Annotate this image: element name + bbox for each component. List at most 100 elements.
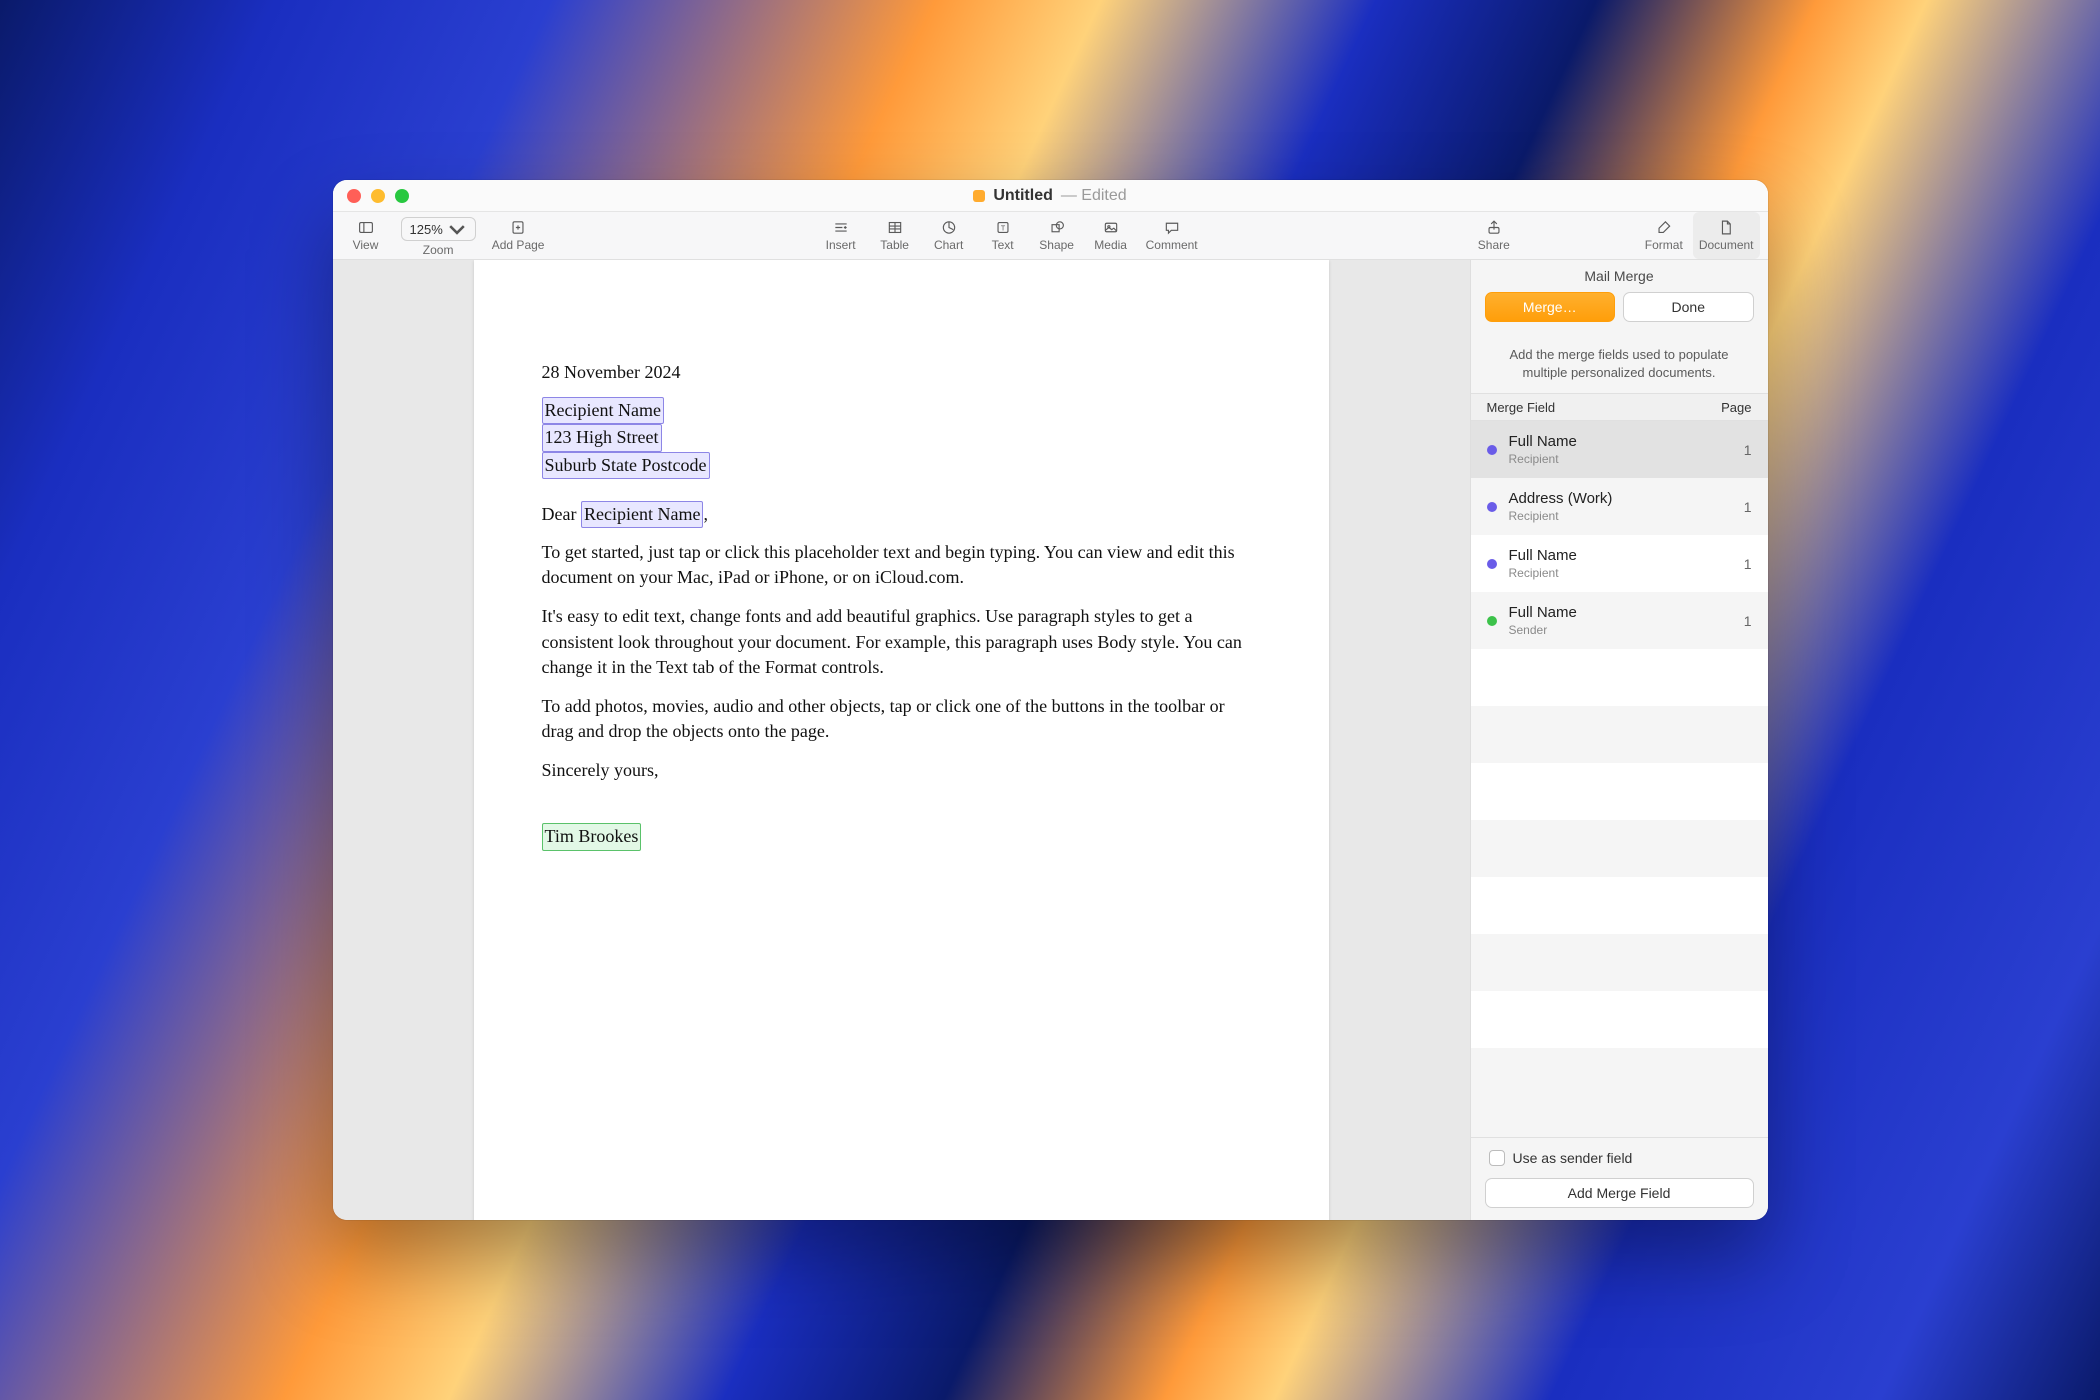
use-as-sender-label: Use as sender field: [1513, 1150, 1633, 1166]
insert-label: Insert: [826, 238, 856, 252]
panel-footer: Use as sender field Add Merge Field: [1471, 1137, 1768, 1220]
window-title: Untitled — Edited: [973, 187, 1126, 205]
comment-icon: [1162, 219, 1182, 236]
row-page: 1: [1744, 613, 1752, 629]
done-button[interactable]: Done: [1623, 292, 1754, 322]
mail-merge-panel: Mail Merge Merge… Done Add the merge fie…: [1470, 260, 1768, 1220]
media-button[interactable]: Media: [1086, 212, 1136, 259]
merge-field-table-header: Merge Field Page: [1471, 393, 1768, 421]
share-button[interactable]: Share: [1469, 212, 1519, 259]
zoom-label: Zoom: [423, 243, 454, 257]
toolbar-left-group: View 125% Zoom Add Page: [341, 212, 551, 259]
view-label: View: [353, 238, 379, 252]
format-label: Format: [1645, 238, 1683, 252]
page-1[interactable]: 28 November 2024 Recipient Name 123 High…: [474, 260, 1329, 1220]
document-button[interactable]: Document: [1693, 212, 1760, 259]
row-sub: Recipient: [1509, 509, 1613, 523]
plus-page-icon: [508, 219, 528, 236]
shape-button[interactable]: Shape: [1032, 212, 1082, 259]
merge-field-row[interactable]: Full Name Recipient 1: [1471, 535, 1768, 592]
panel-title: Mail Merge: [1471, 260, 1768, 292]
bullet-icon: [1487, 559, 1497, 569]
table-icon: [885, 219, 905, 236]
add-merge-field-button[interactable]: Add Merge Field: [1485, 1178, 1754, 1208]
add-page-label: Add Page: [492, 238, 545, 252]
zoom-value: 125%: [410, 222, 443, 237]
insert-button[interactable]: Insert: [816, 212, 866, 259]
row-sub: Recipient: [1509, 566, 1577, 580]
shape-label: Shape: [1039, 238, 1074, 252]
col-merge-field: Merge Field: [1487, 400, 1556, 415]
chevron-down-icon: [447, 221, 467, 238]
merge-field-suburb[interactable]: Suburb State Postcode: [542, 452, 710, 479]
titlebar: Untitled — Edited: [333, 180, 1768, 212]
bullet-icon: [1487, 445, 1497, 455]
sender-line[interactable]: Tim Brookes: [542, 823, 1261, 850]
fullscreen-icon[interactable]: [395, 189, 409, 203]
empty-row: [1471, 820, 1768, 877]
minimize-icon[interactable]: [371, 189, 385, 203]
comment-label: Comment: [1146, 238, 1198, 252]
merge-field-salutation-name[interactable]: Recipient Name: [581, 501, 703, 528]
closing-line[interactable]: Sincerely yours,: [542, 758, 1261, 783]
document-label: Document: [1699, 238, 1754, 252]
zoom-select[interactable]: 125%: [401, 217, 476, 241]
panel-hint: Add the merge fields used to populate mu…: [1471, 330, 1768, 393]
row-page: 1: [1744, 499, 1752, 515]
row-sub: Sender: [1509, 623, 1577, 637]
empty-row: [1471, 991, 1768, 1048]
panel-button-row: Merge… Done: [1471, 292, 1768, 330]
merge-field-row[interactable]: Full Name Recipient 1: [1471, 421, 1768, 478]
sidebar-icon: [356, 219, 376, 236]
comment-button[interactable]: Comment: [1140, 212, 1204, 259]
format-button[interactable]: Format: [1639, 212, 1689, 259]
date-line[interactable]: 28 November 2024: [542, 360, 1261, 385]
share-icon: [1484, 219, 1504, 236]
toolbar: View 125% Zoom Add Page Insert: [333, 212, 1768, 260]
merge-field-rows: Full Name Recipient 1 Address (Work) Rec…: [1471, 421, 1768, 1137]
body-paragraph-2[interactable]: It's easy to edit text, change fonts and…: [542, 604, 1261, 680]
merge-field-sender-name[interactable]: Tim Brookes: [542, 823, 642, 850]
body-paragraph-3[interactable]: To add photos, movies, audio and other o…: [542, 694, 1261, 744]
text-button[interactable]: T Text: [978, 212, 1028, 259]
app-window: Untitled — Edited View 125% Zoom Add Pag…: [333, 180, 1768, 1220]
media-label: Media: [1094, 238, 1127, 252]
brush-icon: [1654, 219, 1674, 236]
empty-row: [1471, 706, 1768, 763]
checkbox-icon[interactable]: [1489, 1150, 1505, 1166]
zoom-button[interactable]: 125% Zoom: [395, 212, 482, 259]
bullet-icon: [1487, 502, 1497, 512]
row-sub: Recipient: [1509, 452, 1577, 466]
chart-icon: [939, 219, 959, 236]
address-block[interactable]: Recipient Name 123 High Street Suburb St…: [542, 397, 1261, 479]
toolbar-center-group: Insert Table Chart T Text Shape Media: [816, 212, 1204, 259]
insert-icon: [831, 219, 851, 236]
document-title: Untitled: [993, 187, 1053, 205]
merge-field-address[interactable]: 123 High Street: [542, 424, 662, 451]
bullet-icon: [1487, 616, 1497, 626]
chart-button[interactable]: Chart: [924, 212, 974, 259]
row-name: Address (Work): [1509, 490, 1613, 507]
merge-field-row[interactable]: Address (Work) Recipient 1: [1471, 478, 1768, 535]
text-icon: T: [993, 219, 1013, 236]
empty-row: [1471, 1048, 1768, 1105]
merge-button[interactable]: Merge…: [1485, 292, 1616, 322]
chart-label: Chart: [934, 238, 963, 252]
svg-text:T: T: [1000, 224, 1005, 232]
use-as-sender-checkbox[interactable]: Use as sender field: [1485, 1150, 1754, 1166]
shape-icon: [1047, 219, 1067, 236]
col-page: Page: [1721, 400, 1751, 415]
add-page-button[interactable]: Add Page: [486, 212, 551, 259]
merge-field-recipient-name[interactable]: Recipient Name: [542, 397, 664, 424]
close-icon[interactable]: [347, 189, 361, 203]
body-paragraph-1[interactable]: To get started, just tap or click this p…: [542, 540, 1261, 590]
table-button[interactable]: Table: [870, 212, 920, 259]
document-status: — Edited: [1061, 187, 1127, 205]
document-icon: [1716, 219, 1736, 236]
row-name: Full Name: [1509, 604, 1577, 621]
view-button[interactable]: View: [341, 212, 391, 259]
salutation-line[interactable]: Dear Recipient Name,: [542, 501, 1261, 528]
share-label: Share: [1478, 238, 1510, 252]
document-canvas[interactable]: 28 November 2024 Recipient Name 123 High…: [333, 260, 1470, 1220]
merge-field-row[interactable]: Full Name Sender 1: [1471, 592, 1768, 649]
